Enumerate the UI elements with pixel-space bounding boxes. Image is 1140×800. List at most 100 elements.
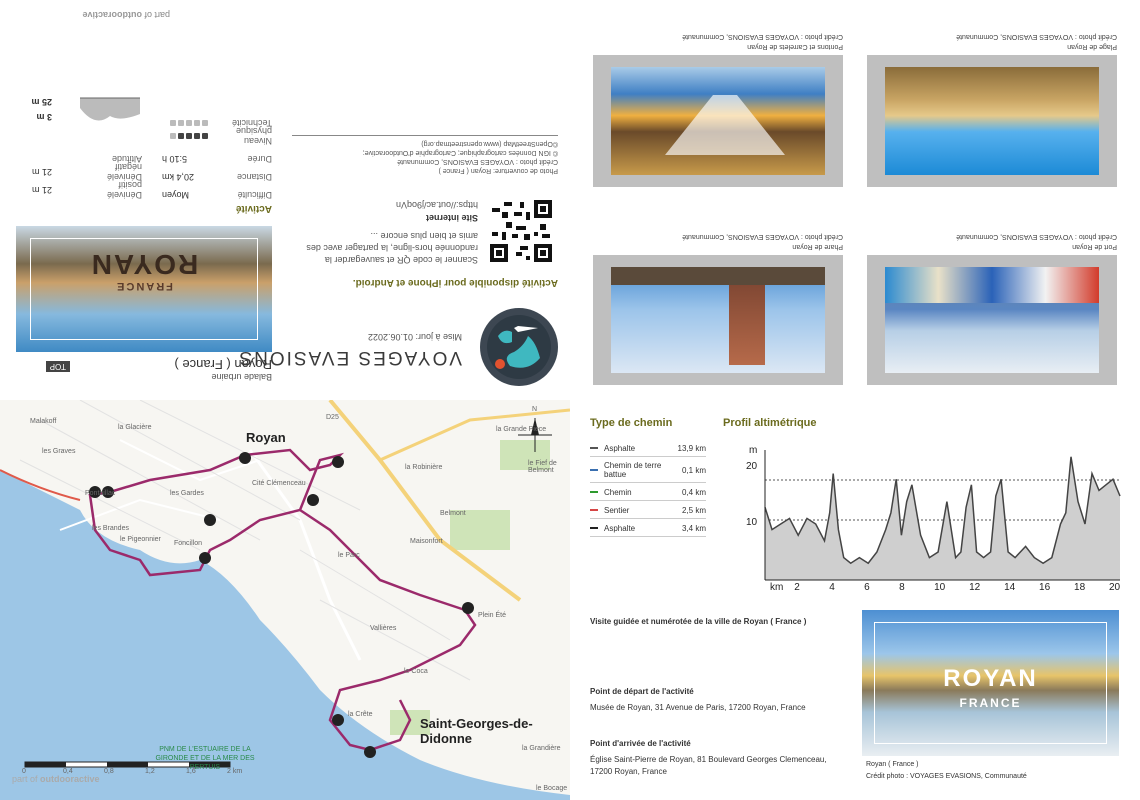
legend-km: 2,5 km <box>681 505 706 515</box>
photo-beach <box>885 67 1099 175</box>
x-tick: 2 <box>794 582 800 593</box>
photo-lighthouse-tower <box>729 275 765 365</box>
legend-swatch <box>590 527 598 529</box>
map-label: le Pigeonnier <box>120 536 161 543</box>
stat-row: Dénivelé positif 21 m <box>32 180 142 200</box>
route-map[interactable]: Royan Saint-Georges-de-Didonne Malakoff la … <box>0 400 570 800</box>
place-title: Royan ( France ) <box>174 357 272 372</box>
qr-code-icon <box>490 200 552 262</box>
map-label: la Grande Pièce <box>496 426 547 433</box>
royan-photo[interactable]: ROYAN FRANCE <box>862 610 1119 756</box>
cover-panel-rotated: VOYAGES EVASIONS Mise à jour: 01.06.2022… <box>0 0 570 400</box>
stat-label: Technicité <box>231 118 272 128</box>
photo-3-title: Plage de Royan <box>1067 43 1117 50</box>
photo-rock <box>611 267 825 285</box>
photo-3-credit: Crédit photo : VOYAGES EVASIONS, Communa… <box>956 33 1117 40</box>
photo-4-title: Pontons et Carrelets de Royan <box>747 43 843 50</box>
photo-port <box>885 267 1099 373</box>
x-tick: 20 <box>1109 582 1121 593</box>
profile-area-fill <box>765 456 1120 580</box>
map-label: Pontaillac <box>85 490 116 497</box>
legend-swatch <box>590 509 598 511</box>
end-label: Point d'arrivée de l'activité <box>590 739 691 748</box>
legend-km: 0,1 km <box>681 465 706 475</box>
stat-label: Durée <box>247 154 272 164</box>
altitude-max: 25 m <box>31 97 52 107</box>
map-label: Belmont <box>440 510 466 517</box>
royan-photo-credit: Crédit photo : VOYAGES EVASIONS, Communa… <box>866 773 1027 780</box>
stat-level-dots <box>168 118 208 128</box>
legend-swatch <box>590 469 598 471</box>
credits-line-1: Photo de couverture: Royan ( France ) <box>438 167 558 174</box>
pnm-label: PNM DE L'ESTUAIRE DE LA GIRONDE ET DE LA… <box>155 746 255 771</box>
site-url[interactable]: https://out.ac/j9oqVn <box>396 200 478 210</box>
map-label: D25 <box>326 414 339 421</box>
stat-label: Distance <box>236 172 272 182</box>
profile-series <box>764 456 1121 580</box>
map-label: le Fief de Belmont <box>528 460 557 474</box>
legend-km: 0,4 km <box>681 487 706 497</box>
credits-line-4: ©OpenStreetMap (www.openstreetmap.org) <box>421 140 558 147</box>
scale-label: 0,8 <box>104 768 114 775</box>
site-label: Site internet <box>425 213 478 223</box>
royan-photo-title: ROYAN <box>943 665 1038 692</box>
stat-label: Dénivelé positif <box>106 180 142 200</box>
map-label: les Brandes <box>92 525 129 532</box>
photo-tile-4[interactable] <box>593 55 843 187</box>
qr-code[interactable] <box>490 200 552 262</box>
photo-boats <box>885 267 1099 303</box>
updated-date: Mise à jour: 01.06.2022 <box>367 332 462 342</box>
stat-label: Niveau physique <box>235 126 272 146</box>
credits-line-3: © IGN Données cartographique; Cartograph… <box>362 149 558 156</box>
map-label: la Robinière <box>405 464 443 471</box>
legend-swatch <box>590 447 598 449</box>
legend-km: 3,4 km <box>681 523 706 533</box>
stat-level-dots <box>168 131 208 141</box>
photos-panel-rotated: Port de Royan Crédit photo : VOYAGES EVA… <box>570 0 1140 400</box>
x-tick: 18 <box>1074 582 1086 593</box>
photo-piers <box>611 67 825 175</box>
altitude-mini-chart <box>80 97 140 121</box>
map-label: le Bocage <box>536 785 568 792</box>
app-title: Activité disponible pour iPhone et Andro… <box>352 277 558 288</box>
category-label: Balade urbaine <box>211 372 272 382</box>
map-label: Maisonfort <box>410 538 443 545</box>
stat-value: 20,4 km <box>162 172 195 182</box>
stat-row: Distance 20,4 km <box>162 172 272 182</box>
cover-photo-title: ROYAN <box>89 249 199 280</box>
map-part-of-text: part of <box>12 774 38 784</box>
photo-tile-1[interactable] <box>867 255 1117 385</box>
credits-line-2: Crédit photo : VOYAGES EVASIONS, Communa… <box>397 158 558 165</box>
map-label: la Glacière <box>118 424 152 431</box>
photo-1-title: Port de Royan <box>1072 243 1117 250</box>
x-tick: 10 <box>934 582 946 593</box>
start-label: Point de départ de l'activité <box>590 687 694 696</box>
photo-tile-3[interactable] <box>867 55 1117 187</box>
photos-panel: Port de Royan Crédit photo : VOYAGES EVA… <box>570 0 1140 400</box>
legend-name: Chemin de terre battue <box>604 461 662 479</box>
part-of-logo: part of outdooractive <box>82 10 170 20</box>
stat-row: Niveau physique <box>168 126 272 146</box>
map-label: la Grandière <box>522 745 561 752</box>
map-label: Foncillon <box>174 540 203 547</box>
path-type-title: Type de chemin <box>590 417 673 429</box>
altitude-min: 3 m <box>36 112 52 122</box>
cover-photo-subtitle: FRANCE <box>115 280 173 292</box>
map-label: Royan <box>246 430 286 445</box>
map-outdooractive-logo: part of outdooractive <box>12 774 100 784</box>
x-tick: 14 <box>1004 582 1016 593</box>
legend-name: Asphalte <box>604 443 636 453</box>
legend-row: Asphalte 3,4 km <box>590 520 706 537</box>
photo-2-credit: Crédit photo : VOYAGES EVASIONS, Communa… <box>682 233 843 240</box>
photo-tile-2[interactable] <box>593 255 843 385</box>
end-address: Église Saint-Pierre de Royan, 81 Bouleva… <box>590 755 827 776</box>
map-label: les Graves <box>42 448 76 455</box>
map-label: Cité Clémenceau <box>252 480 306 487</box>
photo-4-credit: Crédit photo : VOYAGES EVASIONS, Communa… <box>682 33 843 40</box>
legend-name: Sentier <box>604 505 630 515</box>
outdooractive-text: outdooractive <box>82 10 142 20</box>
x-tick: 4 <box>829 582 835 593</box>
legend-name: Asphalte <box>604 523 636 533</box>
royan-photo-caption: Royan ( France ) <box>866 761 919 768</box>
map-label: Vallières <box>370 625 397 632</box>
